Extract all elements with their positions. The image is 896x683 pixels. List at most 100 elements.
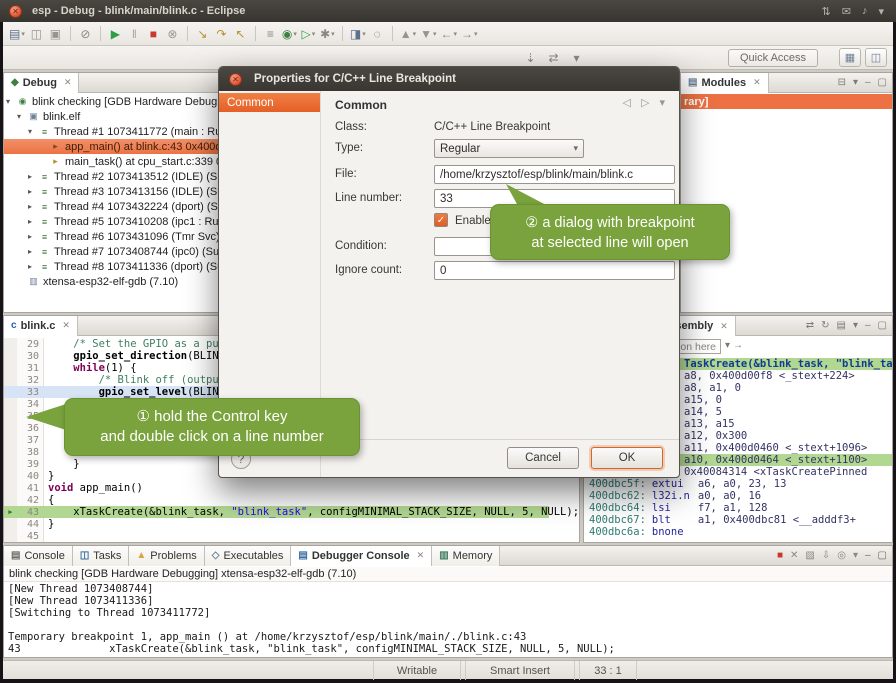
- step-over-icon[interactable]: ↷: [212, 24, 231, 44]
- close-tab-icon[interactable]: ✕: [720, 321, 728, 332]
- line-number[interactable]: 43: [17, 506, 44, 518]
- session-menu-icon[interactable]: ▾: [878, 5, 884, 18]
- pin-console-icon[interactable]: ◎: [837, 550, 846, 561]
- skip-breakpoints-icon[interactable]: ⊘: [76, 24, 95, 44]
- minimize-icon[interactable]: ‒: [865, 77, 871, 88]
- close-tab-icon[interactable]: ✕: [62, 320, 70, 331]
- debug-tree-item[interactable]: ▸≡Thread #7 1073408744 (ipc0) (Susp: [4, 244, 218, 259]
- line-number[interactable]: 44: [17, 518, 44, 530]
- editor-line[interactable]: 41void app_main(): [4, 482, 579, 494]
- tab-modules[interactable]: ▤ Modules ✕: [681, 73, 769, 93]
- view-menu-icon[interactable]: ▾: [659, 96, 665, 109]
- maximize-icon[interactable]: ▢: [878, 320, 887, 331]
- forward-icon[interactable]: →▾: [459, 24, 480, 44]
- line-number[interactable]: 38: [17, 446, 44, 458]
- tab-debugger-console[interactable]: ▤Debugger Console✕: [291, 546, 432, 566]
- console-menu-icon[interactable]: ▾: [853, 550, 858, 561]
- instruction-stepping-icon[interactable]: ≡: [261, 24, 280, 44]
- console-output[interactable]: [New Thread 1073408744][New Thread 10734…: [4, 583, 892, 657]
- line-number[interactable]: 33: [17, 386, 44, 398]
- minimize-icon[interactable]: ‒: [865, 320, 871, 331]
- debug-tree-item[interactable]: ▸≡Thread #2 1073413512 (IDLE) (Susp: [4, 169, 218, 184]
- close-tab-icon[interactable]: ✕: [753, 77, 761, 88]
- tab-debug[interactable]: ◆ Debug ✕: [4, 73, 79, 93]
- mail-indicator-icon[interactable]: ✉: [842, 5, 851, 18]
- remove-launch-icon[interactable]: ✕: [790, 550, 798, 561]
- terminate-console-icon[interactable]: ■: [777, 550, 783, 561]
- view-menu-icon[interactable]: ▾: [853, 77, 858, 88]
- external-tools-icon[interactable]: ✱▾: [318, 24, 337, 44]
- debug-tree-item[interactable]: ▸≡Thread #4 1073432224 (dport) (Sus: [4, 199, 218, 214]
- ok-button[interactable]: OK: [591, 447, 663, 469]
- type-select[interactable]: Regular ▾: [434, 139, 584, 158]
- pin-editor-icon[interactable]: ⇣: [521, 48, 540, 68]
- terminate-icon[interactable]: ■: [144, 24, 163, 44]
- line-number[interactable]: 39: [17, 458, 44, 470]
- new-wizard-icon[interactable]: ▤▾: [7, 24, 27, 44]
- tab-executables[interactable]: ◇Executables: [205, 546, 292, 566]
- line-number[interactable]: 40: [17, 470, 44, 482]
- modules-selected-item[interactable]: rary]: [681, 94, 892, 109]
- debug-tree-item[interactable]: ▸≡Thread #3 1073413156 (IDLE) (Susp: [4, 184, 218, 199]
- scroll-lock-icon[interactable]: ⇩: [822, 550, 830, 561]
- sound-indicator-icon[interactable]: ♪: [862, 5, 868, 18]
- disconnect-icon[interactable]: ⊗: [163, 24, 182, 44]
- editor-line[interactable]: ▶43 xTaskCreate(&blink_task, "blink_task…: [4, 506, 579, 518]
- link-with-editor-icon[interactable]: ⇄: [544, 48, 563, 68]
- clear-console-icon[interactable]: ▧: [805, 550, 814, 561]
- tree-expander-closed-icon[interactable]: ▸: [28, 217, 38, 226]
- suspend-icon[interactable]: ‖: [125, 24, 144, 44]
- line-number[interactable]: 32: [17, 374, 44, 386]
- tree-expander-open-icon[interactable]: ▾: [28, 127, 38, 136]
- tab-tasks[interactable]: ◫Tasks: [73, 546, 130, 566]
- editor-line[interactable]: 45: [4, 530, 579, 542]
- file-field[interactable]: /home/krzysztof/esp/blink/main/blink.c: [434, 165, 675, 184]
- save-icon[interactable]: ◫: [27, 24, 46, 44]
- search-icon[interactable]: ◌: [368, 24, 387, 44]
- line-number[interactable]: 45: [17, 530, 44, 542]
- show-source-icon[interactable]: ▤: [837, 320, 846, 331]
- tree-expander-closed-icon[interactable]: ▸: [28, 187, 38, 196]
- debug-tree-item[interactable]: ▾▣blink.elf: [4, 109, 218, 124]
- minimize-icon[interactable]: ‒: [865, 550, 871, 561]
- editor-line[interactable]: 44}: [4, 518, 579, 530]
- editor-menu-icon[interactable]: ▾: [567, 48, 586, 68]
- line-number[interactable]: 37: [17, 434, 44, 446]
- window-close-button[interactable]: ✕: [9, 5, 22, 18]
- network-indicator-icon[interactable]: ⇅: [822, 5, 831, 18]
- debug-tree-item[interactable]: ▥xtensa-esp32-elf-gdb (7.10): [4, 274, 218, 289]
- debug-perspective-icon[interactable]: ◫: [865, 48, 887, 67]
- step-return-icon[interactable]: ↖: [231, 24, 250, 44]
- sidebar-item-common[interactable]: Common: [219, 93, 320, 112]
- back-icon[interactable]: ←▾: [439, 24, 460, 44]
- tab-problems[interactable]: ▲Problems: [129, 546, 204, 566]
- jump-to-address-icon[interactable]: →: [733, 340, 743, 351]
- prev-annotation-icon[interactable]: ▲▾: [398, 24, 418, 44]
- debug-tree-item[interactable]: ▾◉blink checking [GDB Hardware Debug: [4, 94, 218, 109]
- maximize-icon[interactable]: ▢: [878, 550, 887, 561]
- cancel-button[interactable]: Cancel: [507, 447, 579, 469]
- quick-access-button[interactable]: Quick Access: [728, 49, 818, 67]
- new-cpp-project-icon[interactable]: ◨▾: [348, 24, 368, 44]
- debug-tree-item[interactable]: ▸≡Thread #5 1073410208 (ipc1 : Runni: [4, 214, 218, 229]
- line-number[interactable]: 30: [17, 350, 44, 362]
- save-all-icon[interactable]: ▣: [46, 24, 65, 44]
- refresh-view-icon[interactable]: ↻: [821, 320, 829, 331]
- back-icon[interactable]: ◁: [623, 96, 631, 109]
- tree-expander-closed-icon[interactable]: ▸: [28, 202, 38, 211]
- forward-icon[interactable]: ▷: [641, 96, 649, 109]
- close-tab-icon[interactable]: ✕: [64, 77, 72, 88]
- run-icon[interactable]: ▷▾: [299, 24, 318, 44]
- address-history-icon[interactable]: ▾: [725, 340, 730, 351]
- next-annotation-icon[interactable]: ▼▾: [418, 24, 438, 44]
- step-into-icon[interactable]: ↘: [193, 24, 212, 44]
- tree-expander-closed-icon[interactable]: ▸: [28, 262, 38, 271]
- close-tab-icon[interactable]: ✕: [417, 550, 425, 561]
- line-number[interactable]: 29: [17, 338, 44, 350]
- collapse-all-icon[interactable]: ⊟: [838, 77, 846, 88]
- line-number[interactable]: 31: [17, 362, 44, 374]
- tree-expander-open-icon[interactable]: ▾: [17, 112, 27, 121]
- debug-tree-item[interactable]: ▸≡Thread #8 1073411336 (dport) (Sus: [4, 259, 218, 274]
- tab-blink-c[interactable]: c blink.c ✕: [4, 316, 78, 336]
- debug-tree-item[interactable]: ▸main_task() at cpu_start.c:339 0x4: [4, 154, 218, 169]
